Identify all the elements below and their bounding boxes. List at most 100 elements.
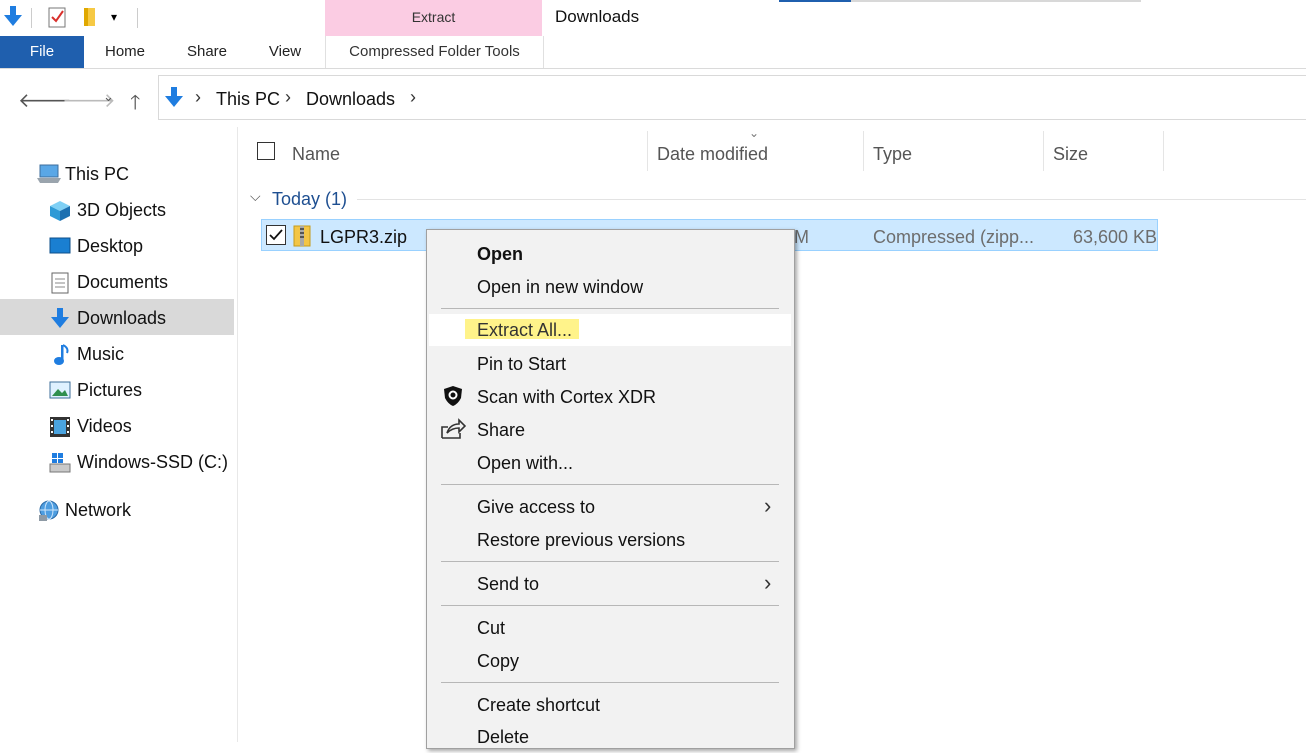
menu-item-scan-cortex-xdr[interactable]: Scan with Cortex XDR bbox=[427, 381, 794, 413]
column-header-size[interactable]: Size bbox=[1053, 144, 1088, 165]
file-date-modified: M bbox=[794, 227, 809, 247]
menu-item-send-to[interactable]: Send to › bbox=[427, 568, 794, 600]
window-title: Downloads bbox=[555, 7, 640, 26]
menu-item-cut[interactable]: Cut bbox=[427, 612, 794, 644]
menu-item-extract-all[interactable]: Extract All... bbox=[429, 314, 791, 346]
computer-icon bbox=[37, 164, 61, 184]
group-header-today[interactable]: Today (1) bbox=[272, 189, 347, 210]
group-collapse-chevron-icon[interactable]: ⌵ bbox=[250, 188, 261, 205]
download-arrow-icon[interactable] bbox=[4, 6, 22, 33]
tab-file[interactable]: File bbox=[0, 36, 84, 68]
sidebar-item-label: Documents bbox=[77, 272, 169, 292]
column-header-name[interactable]: Name bbox=[292, 144, 340, 165]
column-header-type[interactable]: Type bbox=[873, 144, 912, 165]
column-divider[interactable] bbox=[1163, 131, 1164, 171]
shield-icon bbox=[443, 385, 463, 412]
column-divider[interactable] bbox=[863, 131, 864, 171]
column-divider[interactable] bbox=[647, 131, 648, 171]
navigation-pane: This PC 3D Objects Desktop Documents Dow… bbox=[0, 127, 238, 742]
menu-item-label: Delete bbox=[477, 727, 530, 747]
music-note-icon bbox=[52, 344, 74, 365]
tab-share[interactable]: Share bbox=[180, 36, 234, 68]
title-accent-bar bbox=[779, 0, 851, 2]
menu-item-label: Extract All... bbox=[477, 320, 573, 340]
address-bar[interactable]: › This PC › Downloads › bbox=[158, 75, 1306, 120]
menu-item-label: Send to bbox=[477, 574, 540, 594]
sidebar-item-label: 3D Objects bbox=[77, 200, 167, 220]
menu-item-delete[interactable]: Delete bbox=[427, 721, 794, 753]
select-all-checkbox[interactable] bbox=[257, 142, 275, 160]
sidebar-item-documents[interactable]: Documents bbox=[0, 263, 234, 299]
menu-item-share[interactable]: Share bbox=[427, 414, 794, 446]
sidebar-item-label: Network bbox=[65, 500, 132, 520]
menu-item-restore-previous-versions[interactable]: Restore previous versions bbox=[427, 524, 794, 556]
up-arrow-icon[interactable]: 🡑 bbox=[130, 88, 140, 122]
sidebar-item-label: Pictures bbox=[77, 380, 143, 400]
sidebar-item-label: Desktop bbox=[77, 236, 144, 256]
sidebar-item-this-pc[interactable]: This PC bbox=[0, 155, 234, 191]
sidebar-item-downloads[interactable]: Downloads bbox=[0, 299, 234, 335]
menu-separator bbox=[441, 308, 779, 309]
menu-item-give-access-to[interactable]: Give access to › bbox=[427, 491, 794, 523]
menu-separator bbox=[441, 484, 779, 485]
breadcrumb-separator[interactable]: › bbox=[195, 87, 201, 108]
sidebar-item-pictures[interactable]: Pictures bbox=[0, 371, 234, 407]
breadcrumb-this-pc[interactable]: This PC bbox=[216, 89, 280, 110]
file-name[interactable]: LGPR3.zip bbox=[320, 227, 407, 248]
menu-separator bbox=[441, 605, 779, 606]
menu-item-pin-to-start[interactable]: Pin to Start bbox=[427, 348, 794, 380]
quick-access-toolbar: ▾ bbox=[0, 0, 330, 36]
sidebar-item-music[interactable]: Music bbox=[0, 335, 234, 371]
share-icon bbox=[440, 418, 467, 445]
menu-item-label: Open with... bbox=[477, 453, 574, 473]
contextual-tab-header-extract: Extract bbox=[325, 0, 542, 36]
recent-locations-chevron-icon[interactable]: ⌄ bbox=[103, 89, 114, 105]
tab-home[interactable]: Home bbox=[97, 36, 153, 68]
sidebar-item-label: Downloads bbox=[77, 308, 167, 328]
new-folder-icon[interactable] bbox=[82, 6, 98, 33]
sidebar-item-label: Music bbox=[77, 344, 125, 364]
download-arrow-icon bbox=[165, 87, 183, 114]
menu-item-open-with[interactable]: Open with... bbox=[427, 447, 794, 479]
drive-icon bbox=[48, 452, 71, 473]
sidebar-item-videos[interactable]: Videos bbox=[0, 407, 234, 443]
breadcrumb-separator[interactable]: › bbox=[410, 87, 416, 108]
group-divider bbox=[357, 199, 1306, 200]
breadcrumb-downloads[interactable]: Downloads bbox=[306, 89, 395, 110]
menu-item-label: Cut bbox=[477, 618, 506, 638]
menu-item-open-new-window[interactable]: Open in new window bbox=[427, 271, 794, 303]
tab-view[interactable]: View bbox=[261, 36, 309, 68]
menu-item-label: Share bbox=[477, 420, 526, 440]
sidebar-item-label: This PC bbox=[65, 164, 130, 184]
menu-item-label: Open in new window bbox=[477, 277, 644, 297]
menu-item-create-shortcut[interactable]: Create shortcut bbox=[427, 689, 794, 721]
menu-item-label: Pin to Start bbox=[477, 354, 567, 374]
sidebar-item-label: Videos bbox=[77, 416, 132, 436]
menu-item-label: Give access to bbox=[477, 497, 596, 517]
customize-toolbar-dropdown-icon[interactable]: ▾ bbox=[111, 10, 117, 24]
properties-icon[interactable] bbox=[48, 6, 68, 33]
menu-item-label: Create shortcut bbox=[477, 695, 601, 715]
breadcrumb-separator[interactable]: › bbox=[285, 87, 291, 108]
sidebar-item-3d-objects[interactable]: 3D Objects bbox=[0, 191, 234, 227]
menu-separator bbox=[441, 682, 779, 683]
sidebar-item-label: Windows-SSD (C:) bbox=[77, 452, 229, 472]
tab-compressed-folder-tools[interactable]: Compressed Folder Tools bbox=[325, 36, 544, 68]
sort-chevron-icon: ⌄ bbox=[749, 126, 760, 140]
network-icon bbox=[37, 500, 59, 521]
sidebar-item-desktop[interactable]: Desktop bbox=[0, 227, 234, 263]
sidebar-item-windows-ssd[interactable]: Windows-SSD (C:) bbox=[0, 443, 234, 479]
column-divider[interactable] bbox=[1043, 131, 1044, 171]
desktop-icon bbox=[49, 236, 71, 256]
zip-file-icon bbox=[293, 225, 311, 252]
toolbar-divider bbox=[31, 8, 32, 28]
column-header-date-modified[interactable]: Date modified bbox=[657, 144, 768, 165]
sidebar-item-network[interactable]: Network bbox=[0, 491, 234, 527]
document-icon bbox=[50, 272, 72, 294]
menu-item-label: Copy bbox=[477, 651, 520, 671]
menu-item-copy[interactable]: Copy bbox=[427, 645, 794, 677]
file-checkbox[interactable] bbox=[266, 225, 286, 245]
menu-item-open[interactable]: Open bbox=[427, 238, 794, 270]
submenu-arrow-icon: › bbox=[764, 570, 772, 595]
file-type: Compressed (zipp... bbox=[873, 227, 1035, 247]
